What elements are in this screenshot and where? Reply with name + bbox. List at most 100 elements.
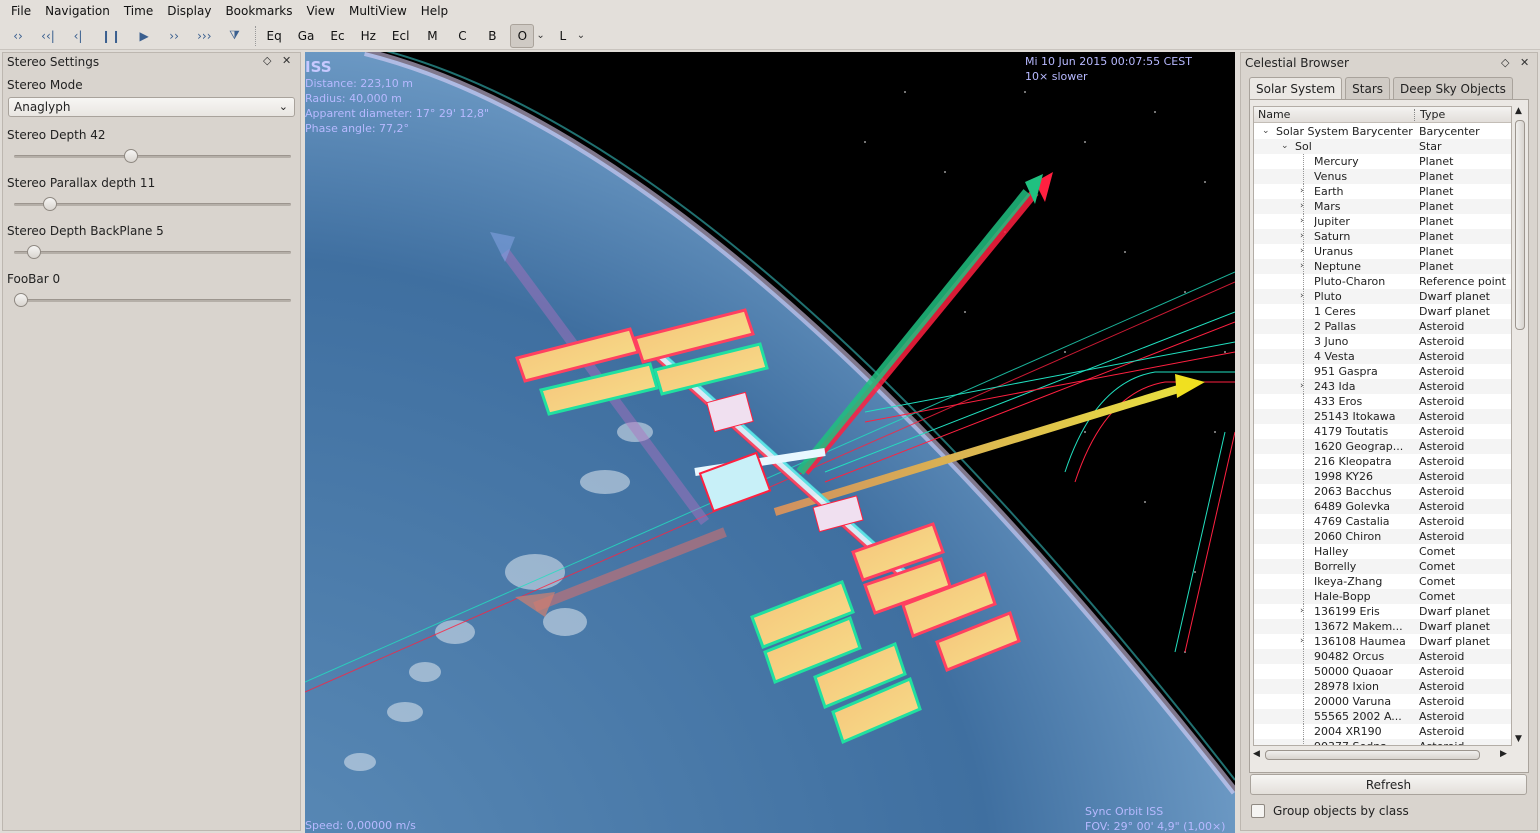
tree-row[interactable]: › Uranus Planet — [1254, 244, 1511, 259]
slider[interactable] — [14, 293, 291, 307]
expand-icon[interactable]: › — [1300, 184, 1304, 199]
faster-icon[interactable]: ›› — [162, 24, 186, 48]
column-header-name[interactable]: Name — [1258, 108, 1290, 121]
scroll-down-icon[interactable]: ▼ — [1515, 734, 1522, 744]
slider-track[interactable] — [14, 299, 291, 302]
expand-icon[interactable]: › — [1300, 604, 1304, 619]
tree-row[interactable]: 2060 Chiron Asteroid — [1254, 529, 1511, 544]
menu-time[interactable]: Time — [117, 0, 160, 22]
horizontal-scroll-thumb[interactable] — [1265, 750, 1480, 760]
tree-row[interactable]: 1620 Geograp... Asteroid — [1254, 439, 1511, 454]
menu-view[interactable]: View — [299, 0, 341, 22]
expand-icon[interactable]: › — [1300, 199, 1304, 214]
vertical-scrollbar[interactable]: ▲ ▼ — [1514, 106, 1526, 746]
float-panel-icon[interactable]: ◇ — [1501, 56, 1509, 69]
tab-deep-sky-objects[interactable]: Deep Sky Objects — [1393, 77, 1513, 99]
toggle-hz-button[interactable]: Hz — [356, 24, 381, 48]
tree-row[interactable]: › Mars Planet — [1254, 199, 1511, 214]
tree-row[interactable]: › 243 Ida Asteroid — [1254, 379, 1511, 394]
faster-reverse-icon[interactable]: ‹‹| — [36, 24, 60, 48]
toggle-c-button[interactable]: C — [450, 24, 474, 48]
tree-row[interactable]: 216 Kleopatra Asteroid — [1254, 454, 1511, 469]
scroll-right-icon[interactable]: ▶ — [1500, 749, 1507, 759]
toggle-m-button[interactable]: M — [420, 24, 444, 48]
float-panel-icon[interactable]: ◇ — [263, 54, 271, 67]
expand-icon[interactable]: › — [1300, 259, 1304, 274]
tree-row[interactable]: 90482 Orcus Asteroid — [1254, 649, 1511, 664]
tree-row[interactable]: ⌄ Sol Star — [1254, 139, 1511, 154]
tree-row[interactable]: 2004 XR190 Asteroid — [1254, 724, 1511, 739]
expand-icon[interactable]: › — [1300, 214, 1304, 229]
tab-stars[interactable]: Stars — [1345, 77, 1391, 99]
menu-navigation[interactable]: Navigation — [38, 0, 117, 22]
scroll-left-icon[interactable]: ◀ — [1253, 749, 1260, 759]
tree-row[interactable]: › Neptune Planet — [1254, 259, 1511, 274]
tree-row[interactable]: 433 Eros Asteroid — [1254, 394, 1511, 409]
expand-icon[interactable]: › — [1300, 244, 1304, 259]
chevron-down-icon[interactable]: ⌄ — [536, 30, 544, 41]
tree-row[interactable]: 4 Vesta Asteroid — [1254, 349, 1511, 364]
slider-handle[interactable] — [124, 149, 138, 163]
vertical-scroll-thumb[interactable] — [1515, 120, 1525, 330]
expand-icon[interactable]: › — [1300, 634, 1304, 649]
refresh-button[interactable]: Refresh — [1250, 774, 1527, 795]
tree-row[interactable]: 1 Ceres Dwarf planet — [1254, 304, 1511, 319]
tree-row[interactable]: 4769 Castalia Asteroid — [1254, 514, 1511, 529]
tree-row[interactable]: 90377 Sedna Asteroid — [1254, 739, 1511, 745]
column-header-type[interactable]: Type — [1420, 108, 1445, 121]
tree-row[interactable]: Ikeya-Zhang Comet — [1254, 574, 1511, 589]
menu-file[interactable]: File — [4, 0, 38, 22]
tree-row[interactable]: 13672 Makem... Dwarf planet — [1254, 619, 1511, 634]
tree-row[interactable]: 28978 Ixion Asteroid — [1254, 679, 1511, 694]
tree-row[interactable]: 50000 Quaoar Asteroid — [1254, 664, 1511, 679]
menu-display[interactable]: Display — [160, 0, 218, 22]
reverse-time-icon[interactable]: ‹› — [6, 24, 30, 48]
horizontal-scrollbar[interactable]: ◀ ▶ — [1253, 749, 1512, 762]
toggle-o-button[interactable]: O — [510, 23, 535, 48]
expand-icon[interactable]: › — [1300, 289, 1304, 304]
tree-row[interactable]: Borrelly Comet — [1254, 559, 1511, 574]
slider-track[interactable] — [14, 155, 291, 158]
fastest-icon[interactable]: ››› — [192, 24, 216, 48]
tree-row[interactable]: › Earth Planet — [1254, 184, 1511, 199]
toggle-b-button[interactable]: B — [480, 24, 504, 48]
stereo-mode-select[interactable]: Anaglyph ⌄ — [8, 97, 295, 117]
tree-row[interactable]: › Saturn Planet — [1254, 229, 1511, 244]
tree-row[interactable]: Mercury Planet — [1254, 154, 1511, 169]
tab-solar-system[interactable]: Solar System — [1249, 77, 1343, 100]
pause-icon[interactable]: ❙❙ — [96, 24, 126, 48]
slower-reverse-icon[interactable]: ‹| — [66, 24, 90, 48]
tree-row[interactable]: 2063 Bacchus Asteroid — [1254, 484, 1511, 499]
collapse-icon[interactable]: ⌄ — [1281, 139, 1289, 154]
column-separator[interactable] — [1414, 109, 1415, 121]
chevron-down-icon[interactable]: ⌄ — [577, 30, 585, 41]
toggle-ec-button[interactable]: Ec — [325, 24, 349, 48]
menu-help[interactable]: Help — [414, 0, 455, 22]
slider[interactable] — [14, 245, 291, 259]
slider-track[interactable] — [14, 251, 291, 254]
tree-row[interactable]: Pluto-Charon Reference point — [1254, 274, 1511, 289]
slider[interactable] — [14, 149, 291, 163]
toggle-ga-button[interactable]: Ga — [293, 24, 320, 48]
tree-row[interactable]: › 136108 Haumea Dwarf planet — [1254, 634, 1511, 649]
menu-multiview[interactable]: MultiView — [342, 0, 414, 22]
tree-row[interactable]: ⌄ Solar System Barycenter Barycenter — [1254, 124, 1511, 139]
toggle-eq-button[interactable]: Eq — [262, 24, 287, 48]
slider-handle[interactable] — [14, 293, 28, 307]
tree-row[interactable]: 2 Pallas Asteroid — [1254, 319, 1511, 334]
toggle-ecl-button[interactable]: Ecl — [387, 24, 415, 48]
tree-row[interactable]: Halley Comet — [1254, 544, 1511, 559]
filter-icon[interactable]: ⧩ — [223, 24, 247, 48]
close-panel-icon[interactable]: ✕ — [282, 54, 291, 67]
expand-icon[interactable]: › — [1300, 379, 1304, 394]
tree-row[interactable]: 951 Gaspra Asteroid — [1254, 364, 1511, 379]
slider-handle[interactable] — [43, 197, 57, 211]
close-panel-icon[interactable]: ✕ — [1520, 56, 1529, 69]
play-icon[interactable]: ▶ — [132, 24, 156, 48]
tree-row[interactable]: › Jupiter Planet — [1254, 214, 1511, 229]
object-tree[interactable]: Name Type ⌄ Solar System Barycenter Baryce… — [1253, 106, 1512, 746]
tree-row[interactable]: 25143 Itokawa Asteroid — [1254, 409, 1511, 424]
tree-row[interactable]: Hale-Bopp Comet — [1254, 589, 1511, 604]
tree-row[interactable]: 4179 Toutatis Asteroid — [1254, 424, 1511, 439]
group-by-class-checkbox[interactable] — [1251, 804, 1265, 818]
